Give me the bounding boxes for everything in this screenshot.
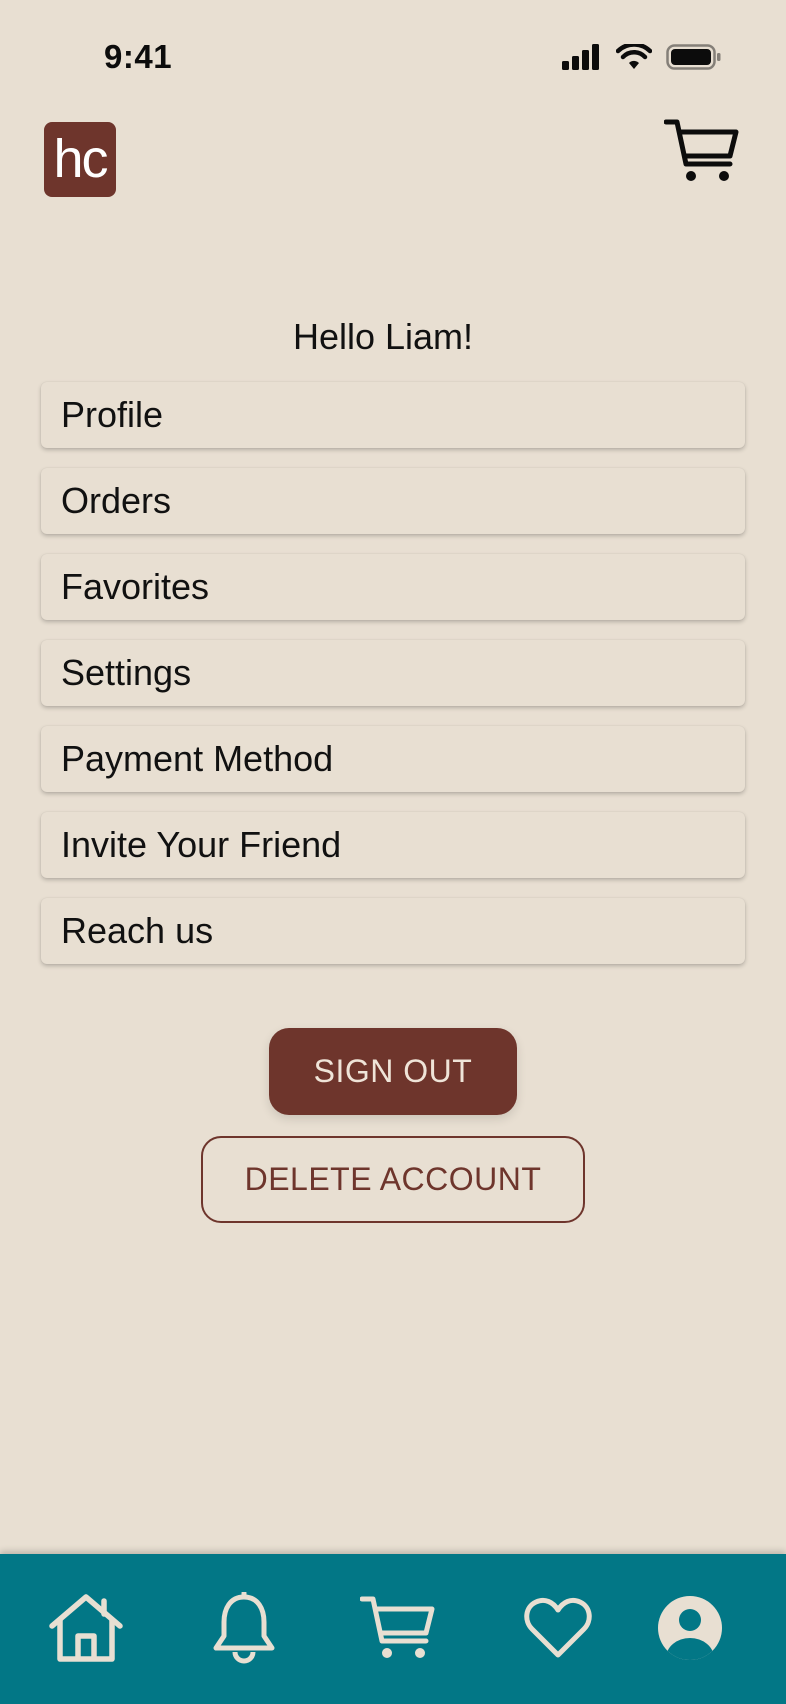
menu-item-payment-method[interactable]: Payment Method	[41, 726, 745, 792]
user-icon	[658, 1596, 722, 1660]
menu-item-reach-us[interactable]: Reach us	[41, 898, 745, 964]
menu-item-orders[interactable]: Orders	[41, 468, 745, 534]
home-icon	[49, 1594, 123, 1662]
cart-icon	[360, 1596, 435, 1658]
status-icons	[562, 44, 722, 70]
wifi-icon	[616, 44, 652, 69]
tab-home[interactable]	[44, 1586, 128, 1670]
heart-icon	[524, 1597, 592, 1658]
delete-account-button[interactable]: DELETE ACCOUNT	[201, 1136, 585, 1223]
account-screen: 9:41 hc Hello Liam! Profile Orders Favor…	[0, 0, 786, 1704]
tab-notifications[interactable]	[202, 1586, 286, 1670]
tab-cart[interactable]	[356, 1586, 440, 1670]
bell-icon	[213, 1592, 275, 1664]
signal-icon	[562, 44, 599, 70]
header-cart-button[interactable]	[663, 118, 740, 184]
app-logo: hc	[44, 122, 116, 197]
cart-icon	[663, 119, 739, 181]
account-menu: Profile Orders Favorites Settings Paymen…	[41, 382, 745, 984]
bottom-tab-bar	[0, 1554, 786, 1704]
status-time: 9:41	[104, 38, 173, 75]
tab-favorites[interactable]	[516, 1586, 600, 1670]
menu-item-favorites[interactable]: Favorites	[41, 554, 745, 620]
menu-item-settings[interactable]: Settings	[41, 640, 745, 706]
battery-icon	[666, 44, 721, 70]
sign-out-button[interactable]: SIGN OUT	[269, 1028, 517, 1115]
tab-account[interactable]	[648, 1586, 732, 1670]
menu-item-profile[interactable]: Profile	[41, 382, 745, 448]
menu-item-invite-friend[interactable]: Invite Your Friend	[41, 812, 745, 878]
greeting: Hello Liam!	[292, 316, 474, 357]
